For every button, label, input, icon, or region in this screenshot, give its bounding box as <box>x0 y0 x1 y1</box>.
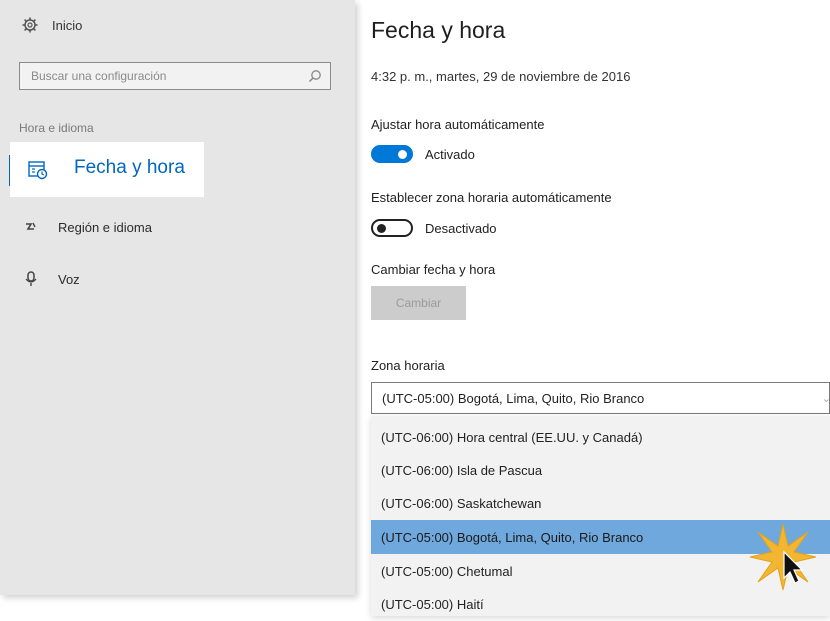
chevron-down-icon: ⌄ <box>821 393 830 405</box>
auto-timezone-label: Establecer zona horaria automáticamente <box>371 190 612 205</box>
region-icon <box>26 222 36 230</box>
timezone-option[interactable]: (UTC-06:00) Isla de Pascua <box>371 453 830 487</box>
gear-icon <box>22 17 38 33</box>
auto-timezone-toggle[interactable] <box>371 219 413 237</box>
toggle-knob <box>377 224 386 233</box>
search-input[interactable] <box>20 63 301 89</box>
search-icon[interactable] <box>308 69 322 83</box>
microphone-icon <box>25 271 37 286</box>
auto-timezone-state: Desactivado <box>425 220 497 236</box>
auto-time-toggle-row[interactable]: Activado <box>371 145 475 163</box>
timezone-label: Zona horaria <box>371 358 445 373</box>
current-datetime: 4:32 p. m., martes, 29 de noviembre de 2… <box>371 69 631 84</box>
timezone-selected-value: (UTC-05:00) Bogotá, Lima, Quito, Rio Bra… <box>382 390 645 406</box>
timezone-select[interactable]: (UTC-05:00) Bogotá, Lima, Quito, Rio Bra… <box>371 382 830 414</box>
section-label: Hora e idioma <box>19 121 94 135</box>
change-datetime-label: Cambiar fecha y hora <box>371 262 496 277</box>
sidebar-item-label: Región e idioma <box>58 220 152 235</box>
auto-time-label: Ajustar hora automáticamente <box>371 117 545 132</box>
change-button[interactable]: Cambiar <box>371 286 466 320</box>
sidebar-item-label: Voz <box>58 271 80 287</box>
sidebar-item-label: Fecha y hora <box>74 157 185 178</box>
home-link[interactable]: Inicio <box>22 17 82 33</box>
search-box[interactable] <box>19 62 331 90</box>
sidebar: Inicio Hora e idioma Fecha y hora Región… <box>0 0 355 595</box>
calendar-clock-icon <box>28 161 48 180</box>
home-label: Inicio <box>52 17 83 33</box>
sidebar-item-voz[interactable]: Voz <box>24 271 80 287</box>
page-title: Fecha y hora <box>371 17 506 43</box>
timezone-option[interactable]: (UTC-06:00) Saskatchewan <box>371 486 830 520</box>
click-highlight-icon <box>749 523 817 591</box>
toggle-knob <box>398 150 407 159</box>
auto-time-state: Activado <box>425 146 475 162</box>
auto-time-toggle[interactable] <box>371 145 413 163</box>
auto-timezone-toggle-row[interactable]: Desactivado <box>371 219 497 237</box>
sidebar-item-region[interactable]: Región e idioma <box>24 220 152 235</box>
sidebar-item-fecha-y-hora[interactable]: Fecha y hora <box>10 142 204 197</box>
timezone-option[interactable]: (UTC-06:00) Hora central (EE.UU. y Canad… <box>371 420 830 454</box>
